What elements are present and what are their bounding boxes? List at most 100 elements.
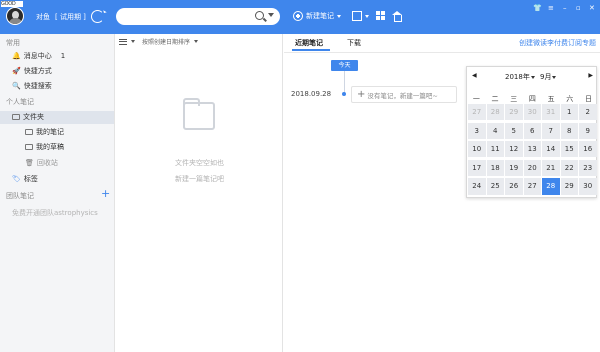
year-select[interactable]: 2018年 [505, 72, 535, 82]
calendar-popup: ◀ 2018年 9月 ▶ 一 二 三 四 五 六 日 27 28 29 30 31 1 2 3… [466, 66, 597, 198]
tab-downloads[interactable]: 下载 [347, 38, 361, 48]
weekday-label: 日 [584, 95, 592, 103]
next-month-button[interactable]: ▶ [588, 72, 593, 79]
section-title-team: 团队笔记 [6, 192, 34, 200]
calendar-day[interactable]: 29 [505, 104, 523, 121]
empty-folder-icon [183, 98, 215, 130]
weekday-label: 四 [528, 95, 536, 103]
sidebar-item-shortcuts[interactable]: 🚀 快捷方式 [12, 66, 52, 76]
sidebar-item-label: 快捷搜索 [23, 82, 52, 90]
chevron-down-icon [194, 40, 199, 43]
avatar[interactable] [6, 7, 24, 25]
minimize-icon[interactable]: – [563, 4, 567, 12]
screenshot-icon[interactable] [352, 11, 362, 21]
home-icon[interactable] [392, 11, 402, 22]
calendar-day[interactable]: 27 [523, 178, 541, 195]
avatar-body [9, 18, 22, 24]
calendar-day[interactable]: 8 [560, 122, 578, 139]
rocket-icon: 🚀 [12, 67, 21, 75]
calendar-day[interactable]: 5 [505, 122, 523, 139]
calendar-day[interactable]: 15 [560, 141, 578, 158]
calendar-day[interactable]: 7 [542, 122, 560, 139]
calendar-day[interactable]: 3 [468, 122, 486, 139]
bell-icon: 🔔 [12, 52, 21, 60]
calendar-day[interactable]: 19 [505, 159, 523, 176]
calendar-day[interactable]: 14 [542, 141, 560, 158]
trash-icon: 🗑 [25, 159, 34, 167]
calendar-day-selected[interactable]: 28 [542, 178, 560, 195]
calendar-day[interactable]: 22 [560, 159, 578, 176]
restore-icon[interactable]: ▫ [576, 4, 581, 12]
calendar-day[interactable]: 17 [468, 159, 486, 176]
sidebar-item-label: 我的草稿 [36, 143, 64, 151]
empty-list-text: 文件夹空空如也 [175, 159, 224, 167]
calendar-day[interactable]: 2 [579, 104, 597, 121]
calendar-day[interactable]: 30 [579, 178, 597, 195]
shirt-icon[interactable]: 👕 [533, 4, 542, 12]
section-title-personal: 个人笔记 [6, 98, 34, 106]
prev-month-button[interactable]: ◀ [472, 72, 477, 79]
timeline-dot [342, 92, 346, 96]
sidebar-item-my-drafts[interactable]: 我的草稿 [25, 142, 64, 152]
trial-badge[interactable]: [ 试用期 ] [55, 12, 86, 22]
calendar-day[interactable]: 23 [579, 159, 597, 176]
calendar-day[interactable]: 25 [486, 178, 504, 195]
sidebar-item-messages[interactable]: 🔔 消息中心 1 [12, 51, 65, 61]
new-note-card[interactable]: + 没有笔记，新建一篇吧~ [351, 86, 457, 103]
new-note-label: 新建笔记 [306, 12, 334, 20]
chevron-down-icon[interactable] [268, 13, 274, 17]
tab-recent-notes[interactable]: 近期笔记 [295, 38, 323, 48]
calendar-day[interactable]: 9 [579, 122, 597, 139]
calendar-day[interactable]: 21 [542, 159, 560, 176]
calendar-day[interactable]: 16 [579, 141, 597, 158]
weekday-label: 三 [510, 95, 518, 103]
calendar-day[interactable]: 24 [468, 178, 486, 195]
sidebar-item-folder[interactable]: 文件夹 [12, 112, 44, 122]
weekday-label: 二 [491, 95, 499, 103]
chevron-down-icon[interactable] [365, 15, 369, 18]
close-icon[interactable]: ✕ [589, 4, 595, 12]
sort-label: 按照创建日期排序 [142, 39, 191, 46]
sort-icon [119, 38, 127, 45]
calendar-day[interactable]: 10 [468, 141, 486, 158]
today-button[interactable]: 今天 [331, 60, 358, 71]
calendar-day[interactable]: 28 [486, 104, 504, 121]
calendar-day[interactable]: 27 [468, 104, 486, 121]
sync-icon[interactable] [91, 10, 104, 23]
sidebar-item-recycle-bin[interactable]: 🗑 回收站 [25, 158, 58, 168]
team-empty-text[interactable]: 免费开通团队astrophysics [12, 208, 98, 218]
folder-icon [25, 129, 33, 135]
chevron-down-icon [131, 40, 135, 43]
create-topic-link[interactable]: 创建微读李付费订阅专题 [519, 38, 596, 48]
sidebar-item-my-notes[interactable]: 我的笔记 [25, 127, 64, 137]
calendar-day[interactable]: 31 [542, 104, 560, 121]
calendar-day[interactable]: 1 [560, 104, 578, 121]
calendar-day[interactable]: 11 [486, 141, 504, 158]
calendar-day[interactable]: 30 [523, 104, 541, 121]
calendar-header: ◀ 2018年 9月 ▶ [467, 72, 598, 82]
menu-icon[interactable]: ≡ [548, 4, 554, 12]
calendar-day[interactable]: 4 [486, 122, 504, 139]
no-note-text: 没有笔记，新建一篇吧~ [367, 91, 438, 100]
sidebar: 常用 🔔 消息中心 1 🚀 快捷方式 🔍 快捷搜索 个人笔记 文件夹 我的笔记 … [0, 34, 115, 352]
sort-dropdown[interactable]: 按照创建日期排序 [119, 37, 199, 46]
chevron-down-icon [530, 75, 535, 79]
month-select[interactable]: 9月 [540, 72, 557, 82]
sidebar-item-label: 我的笔记 [36, 128, 64, 136]
search-icon[interactable] [255, 11, 264, 20]
calendar-day[interactable]: 18 [486, 159, 504, 176]
grid-icon[interactable] [376, 11, 386, 21]
add-team-button[interactable]: + [101, 188, 110, 199]
new-note-button[interactable]: 新建笔记 [293, 11, 341, 21]
calendar-day[interactable]: 20 [523, 159, 541, 176]
calendar-day[interactable]: 26 [505, 178, 523, 195]
username[interactable]: 对鱼 [36, 12, 50, 22]
calendar-day[interactable]: 12 [505, 141, 523, 158]
sidebar-item-tags[interactable]: 🏷 标签 [12, 174, 38, 184]
year-value: 2018年 [505, 73, 530, 81]
sidebar-item-quick-search[interactable]: 🔍 快捷搜索 [12, 81, 52, 91]
calendar-day[interactable]: 6 [523, 122, 541, 139]
empty-list-hint: 新建一篇笔记吧 [175, 175, 224, 183]
calendar-day[interactable]: 29 [560, 178, 578, 195]
calendar-day[interactable]: 13 [523, 141, 541, 158]
